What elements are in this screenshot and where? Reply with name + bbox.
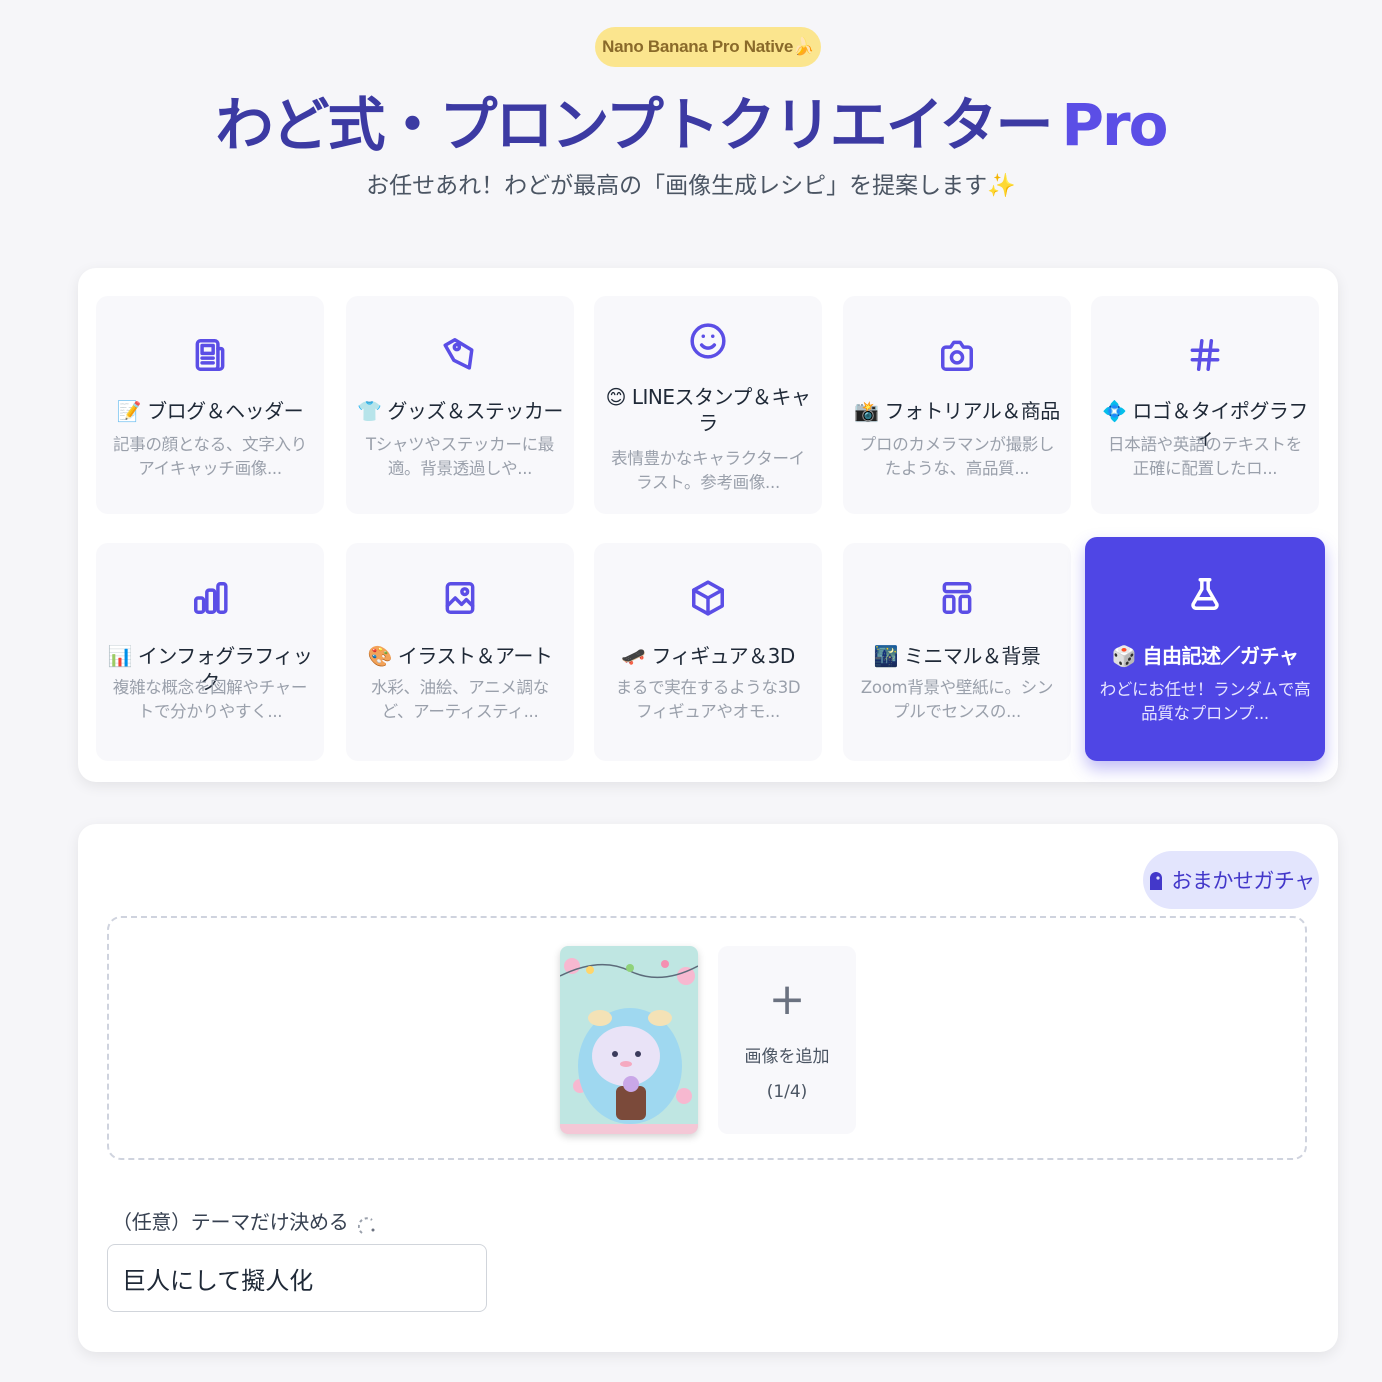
- category-card-illust[interactable]: 🎨 イラスト＆アート 水彩、油絵、アニメ調など、アーティスティ...: [346, 543, 574, 761]
- category-desc: Zoom背景や壁紙に。シンプルでセンスの...: [860, 678, 1054, 721]
- category-desc: プロのカメラマンが撮影したような、高品質...: [859, 435, 1055, 478]
- image-dropzone[interactable]: [107, 916, 1307, 1160]
- page-title-text: わど式・プロンプトクリエイター: [215, 91, 1054, 159]
- omakase-gacha-button[interactable]: おまかせガチャ: [1143, 851, 1319, 909]
- category-card-minimal[interactable]: 🌃 ミニマル＆背景 Zoom背景や壁紙に。シンプルでセンスの...: [843, 543, 1071, 761]
- camera-icon: [843, 336, 1071, 374]
- loading-spinner-icon: [358, 1216, 375, 1234]
- category-card-figure[interactable]: 🛹 フィギュア＆3D まるで実在するような3Dフィギュアやオモ...: [594, 543, 822, 761]
- category-card-photoreal[interactable]: 📸 フォトリアル＆商品 プロのカメラマンが撮影したような、高品質...: [843, 296, 1071, 514]
- category-desc: 日本語や英語のテキストを正確に配置したロ...: [1108, 435, 1302, 478]
- category-desc: 複雑な概念を図解やチャートで分かりやすく...: [112, 678, 308, 721]
- category-desc: まるで実在するような3Dフィギュアやオモ...: [615, 678, 801, 721]
- hash-icon: [1091, 336, 1319, 374]
- category-desc: 表情豊かなキャラクターイラスト。参考画像...: [611, 449, 805, 492]
- category-name: 📝 ブログ＆ヘッダー: [116, 399, 304, 423]
- page-subtitle: お任せあれ！わどが最高の「画像生成レシピ」を提案します✨: [366, 173, 1016, 199]
- category-name: 🛹 フィギュア＆3D: [621, 644, 795, 668]
- category-name: 😊 LINEスタンプ＆キャラ: [605, 385, 811, 435]
- category-name: 👕 グッズ＆ステッカー: [357, 399, 563, 423]
- uploaded-image-thumbnail[interactable]: [560, 946, 698, 1134]
- category-name: 🎲 自由記述／ガチャ: [1111, 644, 1299, 668]
- category-card-blog[interactable]: 📝 ブログ＆ヘッダー 記事の顔となる、文字入りアイキャッチ画像...: [96, 296, 324, 514]
- category-card-free-gacha[interactable]: 🎲 自由記述／ガチャ わどにお任せ！ランダムで高品質なプロンプ...: [1085, 537, 1325, 761]
- add-image-label: 画像を追加: [744, 1047, 830, 1067]
- tag-icon: [346, 336, 574, 374]
- image-icon: [346, 579, 574, 617]
- flask-icon: [1085, 575, 1325, 613]
- add-image-button[interactable]: + 画像を追加 (1/4): [718, 946, 856, 1134]
- omakase-gacha-label: おまかせガチャ: [1171, 869, 1315, 893]
- nano-banana-badge: Nano Banana Pro Native🍌: [595, 27, 821, 67]
- box-icon: [594, 579, 822, 617]
- category-card-goods[interactable]: 👕 グッズ＆ステッカー Tシャツやステッカーに最適。背景透過しや...: [346, 296, 574, 514]
- category-name: 🌃 ミニマル＆背景: [873, 644, 1041, 668]
- image-count: (1/4): [766, 1082, 808, 1102]
- plus-icon: +: [768, 974, 806, 1025]
- page-title: わど式・プロンプトクリエイター Pro: [0, 78, 1382, 162]
- category-desc: Tシャツやステッカーに最適。背景透過しや...: [366, 435, 554, 478]
- page-title-pro: Pro: [1061, 91, 1168, 159]
- category-desc: わどにお任せ！ランダムで高品質なプロンプ...: [1099, 680, 1311, 723]
- theme-input[interactable]: [107, 1244, 487, 1312]
- gacha-icon: [1150, 872, 1163, 890]
- category-desc: 水彩、油絵、アニメ調など、アーティスティ...: [371, 678, 549, 721]
- smile-icon: [594, 322, 822, 360]
- category-desc: 記事の顔となる、文字入りアイキャッチ画像...: [113, 435, 307, 478]
- theme-label: （任意）テーマだけ決める: [112, 1206, 378, 1235]
- category-card-line-stamp[interactable]: 😊 LINEスタンプ＆キャラ 表情豊かなキャラクターイラスト。参考画像...: [594, 296, 822, 514]
- layout-icon: [843, 579, 1071, 617]
- category-name: 🎨 イラスト＆アート: [367, 644, 553, 668]
- category-name: 📸 フォトリアル＆商品: [854, 399, 1060, 423]
- category-card-infographic[interactable]: 📊 インフォグラフィック 複雑な概念を図解やチャートで分かりやすく...: [96, 543, 324, 761]
- bar-chart-icon: [96, 579, 324, 617]
- document-icon: [96, 336, 324, 374]
- theme-label-text: （任意）テーマだけ決める: [112, 1210, 349, 1234]
- alpaca-character-image: [560, 946, 698, 1134]
- category-card-logo[interactable]: 💠 ロゴ＆タイポグラフィ 日本語や英語のテキストを正確に配置したロ...: [1091, 296, 1319, 514]
